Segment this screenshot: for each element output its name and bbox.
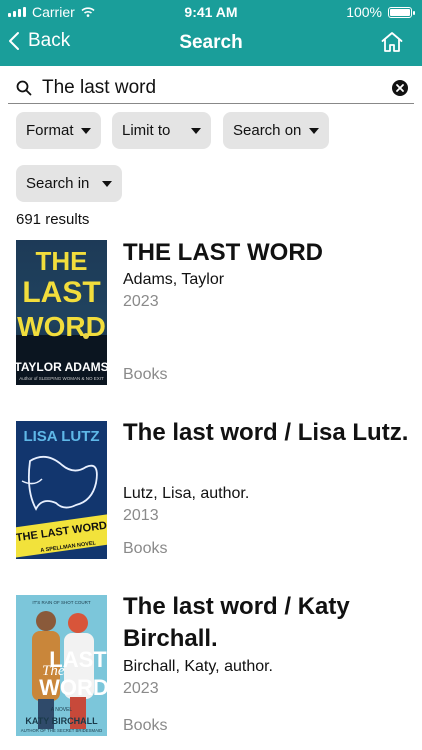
battery-icon bbox=[388, 6, 415, 18]
cover-art: THE LAST WORD TAYLOR ADAMS Author of SLE… bbox=[16, 246, 107, 385]
battery-percent: 100% bbox=[346, 4, 382, 20]
caret-down-icon bbox=[81, 128, 91, 134]
filter-label: Search in bbox=[26, 175, 90, 192]
filter-label: Format bbox=[26, 122, 74, 139]
result-author: Birchall, Katy, author. bbox=[123, 658, 273, 675]
result-format: Books bbox=[123, 366, 168, 383]
cover-title-line: LAST bbox=[22, 276, 100, 309]
format-filter[interactable]: Format bbox=[16, 112, 101, 149]
clear-search-icon[interactable] bbox=[392, 80, 408, 96]
caret-down-icon bbox=[102, 181, 112, 187]
limit-to-filter[interactable]: Limit to bbox=[112, 112, 211, 149]
cover-title-line: WORD bbox=[17, 311, 106, 342]
status-bar: Carrier 9:41 AM 100% bbox=[0, 0, 422, 22]
result-year: 2023 bbox=[123, 293, 159, 310]
app-header: Carrier 9:41 AM 100% Back Search bbox=[0, 0, 422, 66]
book-cover: LISA LUTZ THE LAST WORD A SPELLMAN NOVEL bbox=[16, 421, 107, 559]
cover-art: IT'S RAIN OF SHOT COURT The LAST WORD A … bbox=[21, 600, 107, 733]
caret-down-icon bbox=[309, 128, 319, 134]
cover-label: A NOVEL bbox=[51, 707, 73, 713]
result-format: Books bbox=[123, 717, 168, 734]
home-icon[interactable] bbox=[380, 30, 404, 54]
cover-tagline: AUTHOR OF THE SECRET BRIDESMAID bbox=[21, 728, 103, 733]
result-title: The last word / Katy Birchall. bbox=[123, 593, 350, 652]
cover-art: LISA LUTZ THE LAST WORD A SPELLMAN NOVEL bbox=[16, 428, 107, 558]
page-title: Search bbox=[179, 32, 243, 53]
cover-title-word: WORD bbox=[39, 675, 107, 700]
cover-author: LISA LUTZ bbox=[23, 428, 99, 445]
book-cover: IT'S RAIN OF SHOT COURT The LAST WORD A … bbox=[16, 595, 107, 736]
cover-author: TAYLOR ADAMS bbox=[16, 360, 107, 374]
search-bar bbox=[8, 74, 414, 104]
cover-tagline: Author of SLEEPING WOMAN & NO EXIT bbox=[19, 376, 104, 381]
result-year: 2023 bbox=[123, 680, 159, 697]
cover-title-last: LAST bbox=[49, 647, 107, 672]
search-on-filter[interactable]: Search on bbox=[223, 112, 329, 149]
result-item[interactable]: LISA LUTZ THE LAST WORD A SPELLMAN NOVEL… bbox=[0, 419, 422, 561]
search-in-filter[interactable]: Search in bbox=[16, 165, 122, 202]
result-year: 2013 bbox=[123, 507, 159, 524]
cover-title-line: THE bbox=[36, 246, 88, 276]
search-icon bbox=[16, 80, 32, 96]
result-title: The last word / Lisa Lutz. bbox=[123, 419, 409, 446]
book-cover: THE LAST WORD TAYLOR ADAMS Author of SLE… bbox=[16, 240, 107, 385]
result-count: 691 results bbox=[16, 211, 90, 228]
result-title: THE LAST WORD bbox=[123, 239, 323, 266]
caret-down-icon bbox=[191, 128, 201, 134]
nav-bar: Back Search bbox=[0, 22, 422, 66]
cover-top-text: IT'S RAIN OF SHOT COURT bbox=[32, 600, 90, 605]
cover-author: KATY BIRCHALL bbox=[25, 716, 98, 726]
result-author: Adams, Taylor bbox=[123, 271, 225, 288]
filter-label: Limit to bbox=[122, 122, 171, 139]
result-format: Books bbox=[123, 540, 168, 557]
result-item[interactable]: THE LAST WORD TAYLOR ADAMS Author of SLE… bbox=[0, 239, 422, 390]
filter-label: Search on bbox=[233, 122, 302, 139]
search-input[interactable] bbox=[42, 74, 382, 102]
result-item[interactable]: IT'S RAIN OF SHOT COURT The LAST WORD A … bbox=[0, 593, 422, 745]
result-author: Lutz, Lisa, author. bbox=[123, 485, 250, 502]
